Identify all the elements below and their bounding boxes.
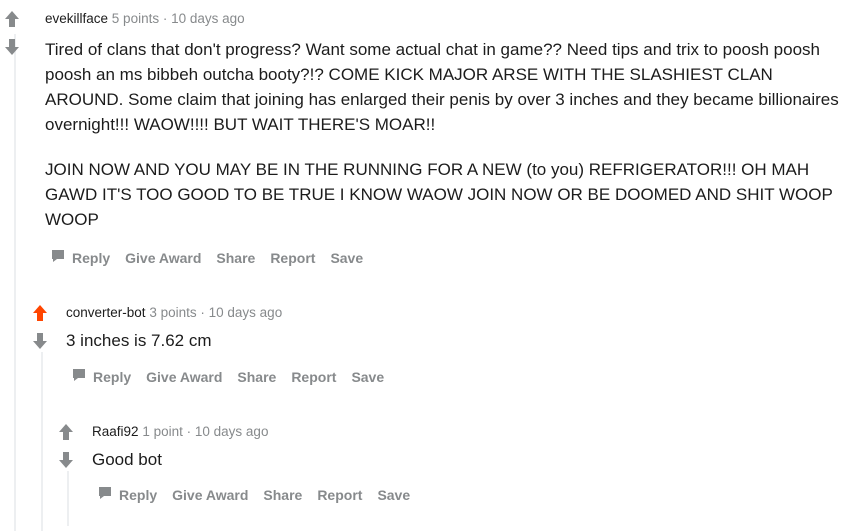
reply-label: Reply xyxy=(119,486,158,503)
comment-raafi92: Raafi92 1 point · 10 days ago Good bot R… xyxy=(0,0,867,520)
save-button[interactable]: Save xyxy=(377,487,410,503)
comment-author[interactable]: Raafi92 xyxy=(92,424,139,439)
comment-meta: Raafi92 1 point · 10 days ago xyxy=(92,424,268,439)
comment-paragraph: Good bot xyxy=(92,450,162,469)
speech-bubble-icon xyxy=(97,485,119,504)
report-button[interactable]: Report xyxy=(317,487,362,503)
upvote-arrow-icon xyxy=(57,423,81,441)
comment-timestamp[interactable]: 10 days ago xyxy=(195,424,269,439)
upvote-button[interactable] xyxy=(57,423,81,443)
comment-body: Good bot xyxy=(92,447,842,472)
comment-actions: Reply Give Award Share Report Save xyxy=(97,485,425,504)
give-award-button[interactable]: Give Award xyxy=(172,487,248,503)
share-button[interactable]: Share xyxy=(263,487,302,503)
downvote-arrow-icon xyxy=(57,451,81,469)
downvote-button[interactable] xyxy=(57,451,81,471)
comment-points: 1 point xyxy=(142,424,183,439)
reply-button[interactable]: Reply xyxy=(97,485,157,504)
meta-separator: · xyxy=(186,424,192,439)
